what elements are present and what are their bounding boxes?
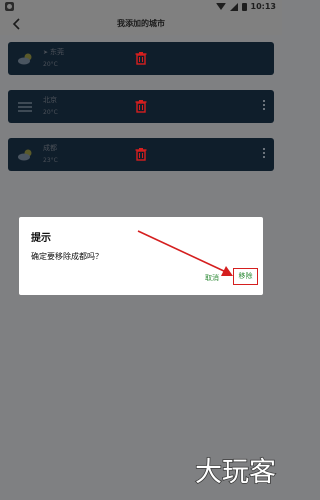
city-temperature: 20°C (43, 61, 58, 68)
trash-icon[interactable] (134, 147, 148, 161)
battery-icon (241, 2, 247, 11)
city-card[interactable]: 北京 20°C (8, 90, 274, 123)
watermark-logo: 大玩客 (194, 456, 277, 489)
page-title: 我添加的城市 (117, 19, 165, 28)
city-name: 东莞 (50, 48, 65, 56)
cancel-button[interactable]: 取消 (205, 273, 219, 283)
svg-text:大玩客: 大玩客 (195, 457, 276, 488)
clock: 10:13 (250, 2, 276, 11)
trash-icon[interactable] (134, 99, 148, 113)
wifi-icon (215, 3, 226, 10)
confirm-dialog: 提示 确定要移除成都吗？ 取消 移除 (19, 217, 263, 295)
remove-button[interactable]: 移除 (233, 268, 258, 285)
cloud-sun-icon (18, 149, 32, 161)
haze-icon (18, 102, 32, 112)
city-card[interactable]: ➤ 东莞 20°C (8, 42, 274, 75)
app-header: 我添加的城市 (0, 13, 282, 35)
city-name: 北京 (43, 96, 57, 104)
city-temperature: 23°C (43, 157, 58, 164)
dialog-message: 确定要移除成都吗？ (31, 252, 103, 261)
city-name: 成都 (43, 144, 57, 152)
signal-icon (229, 2, 238, 11)
city-card[interactable]: 成都 23°C (8, 138, 274, 171)
cloud-sun-icon (18, 53, 32, 65)
city-temperature: 20°C (43, 109, 58, 116)
trash-icon[interactable] (134, 51, 148, 65)
more-options-icon[interactable] (262, 148, 266, 162)
dialog-title: 提示 (31, 233, 51, 244)
location-icon: ➤ (43, 49, 49, 56)
status-bar: 10:13 (0, 0, 282, 13)
more-options-icon[interactable] (262, 100, 266, 114)
app-notification-icon (5, 2, 14, 11)
